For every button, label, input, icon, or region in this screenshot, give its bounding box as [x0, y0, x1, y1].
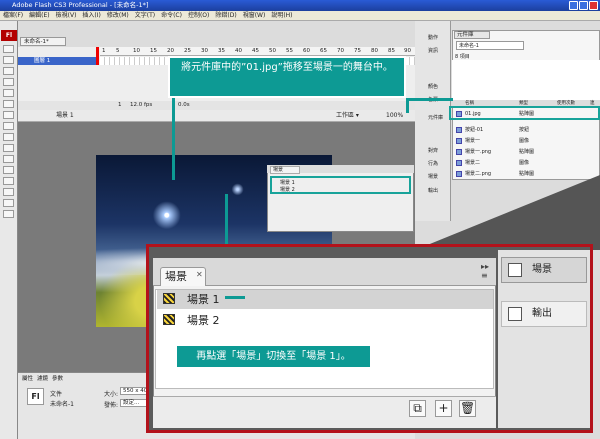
panel-color[interactable]: 顏色	[418, 82, 449, 93]
zoom-field[interactable]: 100%	[386, 110, 403, 122]
graphic-symbol-icon	[456, 138, 462, 144]
eyedropper-tool-icon[interactable]	[3, 177, 14, 185]
menu-modify[interactable]: 修改(M)	[107, 11, 129, 20]
hand-tool-icon[interactable]	[3, 199, 14, 207]
menu-bar: 檔案(F) 編輯(E) 檢視(V) 插入(I) 修改(M) 文字(T) 命令(C…	[0, 11, 600, 21]
document-tab[interactable]: 未命名-1*	[20, 37, 66, 46]
lasso-tool-icon[interactable]	[3, 78, 14, 86]
close-icon[interactable]: ✕	[196, 270, 203, 279]
panel-info[interactable]: 資訊	[418, 46, 449, 57]
elapsed-time: 0.0s	[178, 102, 190, 108]
window-title-bar: Adobe Flash CS3 Professional - [未命名-1*]	[0, 0, 600, 11]
menu-commands[interactable]: 命令(C)	[161, 11, 182, 20]
scene-icon	[508, 263, 522, 277]
panel-menu-icon[interactable]: ▸▸ ≡	[481, 262, 489, 280]
document-fl-icon: Fl	[27, 388, 44, 405]
tab-properties[interactable]: 屬性	[22, 374, 33, 382]
delete-scene-icon[interactable]: 🗑	[459, 400, 476, 417]
instruction-callout: 再點選「場景」切換至「場景 1」。	[175, 344, 372, 369]
timeline-status: 1 12.0 fps 0.0s	[18, 101, 415, 110]
panel-library-shortcut[interactable]: 元件庫	[418, 113, 449, 124]
panel-behaviors[interactable]: 行為	[418, 159, 449, 170]
menu-help[interactable]: 說明(H)	[271, 11, 292, 20]
tab-filters[interactable]: 濾鏡	[37, 374, 48, 382]
free-transform-tool-icon[interactable]	[3, 67, 14, 75]
menu-control[interactable]: 控制(O)	[188, 11, 209, 20]
button-symbol-icon	[456, 127, 462, 133]
duplicate-scene-icon[interactable]: ⧉	[409, 400, 426, 417]
output-icon	[508, 307, 522, 321]
window-title: Adobe Flash CS3 Professional - [未命名-1*]	[12, 1, 149, 9]
library-item[interactable]: 按鈕-01 按鈕	[452, 126, 600, 134]
bitmap-icon	[456, 149, 462, 155]
publish-label: 發佈:	[104, 402, 119, 409]
brush-tool-icon[interactable]	[3, 144, 14, 152]
menu-view[interactable]: 檢視(V)	[56, 11, 77, 20]
menu-window[interactable]: 視窗(W)	[243, 11, 266, 20]
minimize-button[interactable]	[569, 1, 578, 10]
menu-file[interactable]: 檔案(F)	[3, 11, 23, 20]
library-item[interactable]: 場景一 圖像	[452, 137, 600, 145]
current-frame: 1	[118, 102, 122, 108]
scene-clapper-icon	[163, 314, 175, 325]
scene-highlight	[270, 176, 411, 194]
zoom-wedge	[415, 175, 600, 250]
eraser-tool-icon[interactable]	[3, 188, 14, 196]
menu-insert[interactable]: 插入(I)	[82, 11, 100, 20]
callout-leader	[406, 98, 409, 113]
tab-parameters[interactable]: 參數	[52, 374, 63, 382]
selection-tool-icon[interactable]	[3, 45, 14, 53]
library-document-select[interactable]: 未命名-1	[456, 41, 524, 50]
layer-row[interactable]: 圖層 1	[18, 57, 98, 65]
pen-tool-icon[interactable]	[3, 89, 14, 97]
text-tool-icon[interactable]	[3, 100, 14, 108]
rectangle-tool-icon[interactable]	[3, 122, 14, 130]
scene-panel-button[interactable]: 場景	[501, 257, 587, 283]
library-preview	[452, 60, 600, 100]
menu-text[interactable]: 文字(T)	[135, 11, 155, 20]
instruction-callout: 將元件庫中的”01.jpg”拖移至場景一的舞台中。	[168, 56, 406, 98]
callout-leader	[225, 296, 245, 299]
output-panel-button[interactable]: 輸出	[501, 301, 587, 327]
library-item[interactable]: 場景二 圖像	[452, 159, 600, 167]
scene-row-2[interactable]: 場景 2	[157, 311, 493, 330]
graphic-symbol-icon	[456, 160, 462, 166]
panel-align[interactable]: 對齊	[418, 146, 449, 157]
callout-leader	[406, 98, 453, 101]
subselection-tool-icon[interactable]	[3, 56, 14, 64]
panel-actions[interactable]: 動作	[418, 33, 449, 44]
window-controls	[569, 1, 598, 10]
close-button[interactable]	[589, 1, 598, 10]
menu-edit[interactable]: 編輯(E)	[29, 11, 49, 20]
scene-row-1[interactable]: 場景 1	[157, 290, 493, 309]
edit-scene-label[interactable]: 場景 1	[56, 110, 74, 122]
menu-debug[interactable]: 除錯(D)	[215, 11, 236, 20]
workspace-menu[interactable]: 工作區 ▾	[336, 110, 359, 122]
scene-tab-small[interactable]: 場景	[270, 166, 300, 174]
maximize-button[interactable]	[579, 1, 588, 10]
paint-bucket-tool-icon[interactable]	[3, 166, 14, 174]
zoom-tool-icon[interactable]	[3, 210, 14, 218]
library-tab[interactable]: 元件庫	[454, 31, 490, 39]
edit-bar: 場景 1 工作區 ▾ 100%	[18, 110, 415, 122]
props-name: 未命名-1	[50, 401, 74, 408]
properties-tabs: 屬性 濾鏡 參數	[18, 374, 63, 382]
library-item-count: 8 項目	[455, 54, 470, 60]
ink-bottle-tool-icon[interactable]	[3, 155, 14, 163]
flash-logo: Fl	[1, 30, 17, 41]
library-item[interactable]: 場景一.png 點陣圖	[452, 148, 600, 156]
library-highlight	[449, 106, 600, 120]
size-label: 大小:	[104, 391, 119, 398]
line-tool-icon[interactable]	[3, 111, 14, 119]
frame-rate: 12.0 fps	[130, 102, 153, 108]
scene-clapper-icon	[163, 293, 175, 304]
frame-ruler: 1 5 10 15 20 25 30 35 40 45 50 55 60 65 …	[100, 47, 415, 56]
props-type: 文件	[50, 391, 63, 398]
pencil-tool-icon[interactable]	[3, 133, 14, 141]
callout-leader	[172, 96, 175, 180]
playhead[interactable]	[96, 47, 99, 65]
add-scene-icon[interactable]: +	[435, 400, 452, 417]
